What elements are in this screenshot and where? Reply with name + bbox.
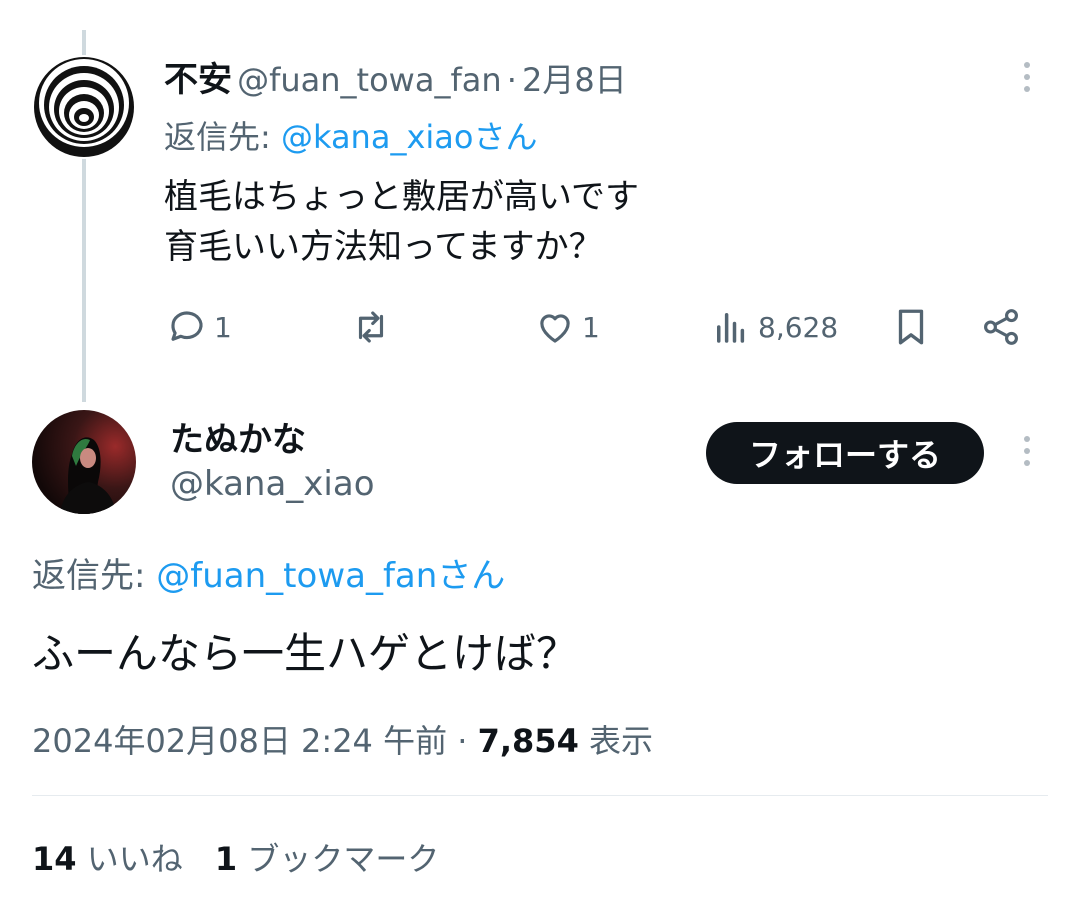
tweet-timestamp[interactable]: 2024年02月08日 2:24 午前 [32,722,447,760]
reply-tweet-header: 不安 @fuan_towa_fan · 2月8日 [164,52,627,101]
author-name[interactable]: 不安 [164,60,232,100]
avatar-tanukana[interactable] [32,410,136,514]
reply-to-label: 返信先: [32,556,146,596]
avatar-fuan[interactable] [32,55,136,159]
bookmarks-label: ブックマーク [247,840,440,878]
view-label: 表示 [589,722,654,760]
like-icon [540,314,570,343]
likes-stat[interactable]: 14 いいね [32,840,193,878]
likes-label: いいね [86,840,183,878]
share-button[interactable] [980,306,1022,348]
tweet-text: ふーんなら一生ハゲとけば？ [32,629,579,678]
divider [32,795,1048,796]
more-options-button[interactable] [1022,62,1032,92]
retweet-icon [358,311,384,343]
follow-button[interactable]: フォローする [706,422,984,484]
reply-to-line: 返信先: @fuan_towa_fanさん [32,548,505,597]
tweet-meta: 2024年02月08日 2:24 午前 · 7,854 表示 [32,716,653,762]
profile-photo [32,410,136,514]
reply-tweet-text: 植毛はちょっと敷居が高いです 育毛いい方法知ってますか？ [164,172,639,272]
bookmarks-count: 1 [214,840,238,878]
reply-icon [171,311,203,341]
likes-count: 14 [32,840,77,878]
reply-to-label: 返信先: [164,118,271,156]
views-button[interactable]: 8,628 [710,306,838,348]
separator: · [457,722,468,760]
reply-button[interactable]: 1 [166,306,232,348]
reply-to-handle-link[interactable]: @fuan_towa_fanさん [156,556,505,596]
reply-to-handle-link[interactable]: @kana_xiaoさん [281,118,538,156]
like-count: 1 [582,310,600,344]
reply-count: 1 [214,310,232,344]
author-handle[interactable]: @fuan_towa_fan [237,61,502,99]
bookmark-icon [898,309,924,345]
reply-to-line: 返信先: @kana_xiaoさん [164,112,537,158]
separator: · [506,61,517,99]
more-icon [1024,62,1030,68]
views-icon [717,313,745,343]
engagement-stats: 14 いいね 1 ブックマーク [32,834,439,880]
view-count: 7,854 [477,722,579,760]
bookmarks-stat[interactable]: 1 ブックマーク [215,840,439,878]
author-name[interactable]: たぬかな [170,412,306,461]
author-handle[interactable]: @kana_xiao [170,464,375,504]
like-button[interactable]: 1 [534,306,600,348]
tweet-text-line: 育毛いい方法知ってますか？ [164,227,603,267]
tweet-text-line: 植毛はちょっと敷居が高いです [164,177,639,217]
more-icon [1024,436,1030,442]
tweet-date[interactable]: 2月8日 [522,61,627,99]
spiral-avatar-icon [34,57,134,157]
bookmark-button[interactable] [890,306,932,348]
more-options-button[interactable] [1022,436,1032,466]
share-icon [984,309,1018,345]
views-count: 8,628 [758,310,839,344]
retweet-button[interactable] [350,306,398,348]
